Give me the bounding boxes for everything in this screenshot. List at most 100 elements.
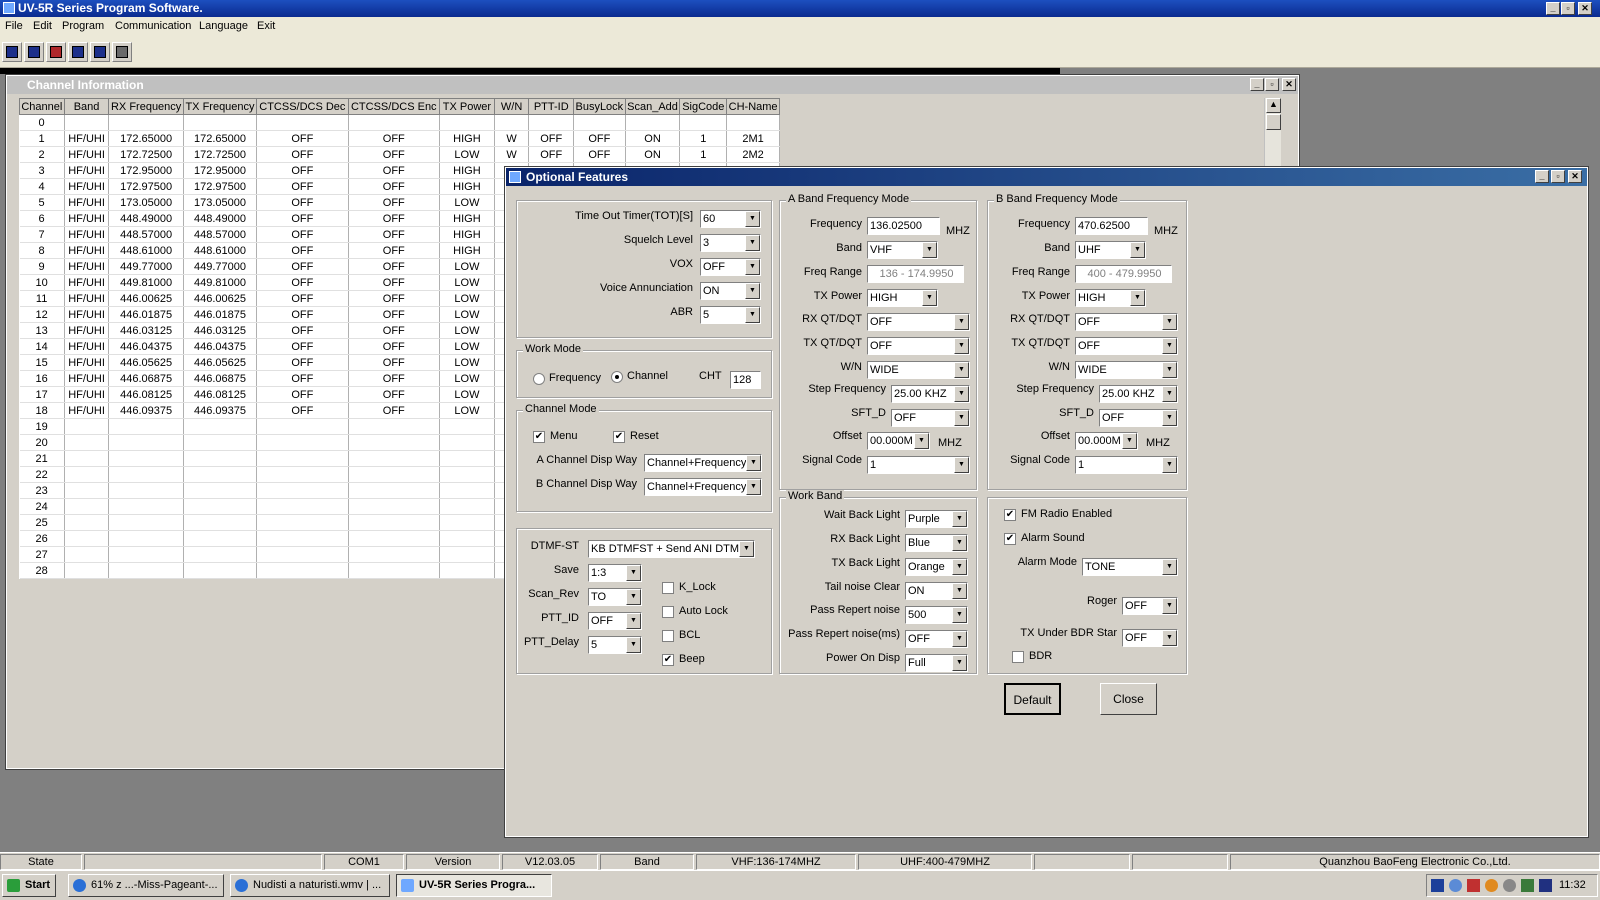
table-cell[interactable] <box>183 418 258 435</box>
table-cell[interactable] <box>108 114 184 131</box>
write-to-radio-icon[interactable] <box>90 42 110 62</box>
table-cell[interactable]: OFF <box>348 242 441 259</box>
table-cell[interactable]: 6 <box>19 210 65 227</box>
table-cell[interactable]: OFF <box>256 338 349 355</box>
table-cell[interactable]: OFF <box>256 306 349 323</box>
table-cell[interactable]: OFF <box>256 226 349 243</box>
table-cell[interactable] <box>348 498 441 515</box>
table-cell[interactable]: HF/UHI <box>64 258 110 275</box>
b-offset-select[interactable]: 00.000M ▼ <box>1075 432 1138 450</box>
table-cell[interactable]: OFF <box>256 130 349 147</box>
b-step-select[interactable]: 25.00 KHZ ▼ <box>1099 385 1178 403</box>
abr-select[interactable]: 5 ▼ <box>700 306 761 324</box>
menu-program[interactable]: Program <box>62 20 104 32</box>
column-header[interactable]: SigCode <box>679 98 728 115</box>
table-cell[interactable]: OFF <box>348 210 441 227</box>
save-select[interactable]: 1:3 ▼ <box>588 564 642 582</box>
column-header[interactable]: TX Power <box>439 98 495 115</box>
restore-icon[interactable]: ▫ <box>1561 2 1575 15</box>
table-cell[interactable]: 449.81000 <box>183 274 258 291</box>
table-row[interactable]: 0 <box>19 114 780 131</box>
tail-noise-select[interactable]: ON ▼ <box>905 582 968 600</box>
table-cell[interactable] <box>348 562 441 579</box>
table-cell[interactable] <box>256 546 349 563</box>
network-icon[interactable] <box>1449 879 1462 892</box>
table-cell[interactable]: 21 <box>19 450 65 467</box>
read-icon[interactable] <box>2 42 22 62</box>
ptt-delay-select[interactable]: 5 ▼ <box>588 636 642 654</box>
table-cell[interactable]: 448.57000 <box>183 226 258 243</box>
table-cell[interactable]: 446.06875 <box>108 370 184 387</box>
table-cell[interactable] <box>439 466 495 483</box>
table-cell[interactable]: HIGH <box>439 178 495 195</box>
table-cell[interactable]: HIGH <box>439 130 495 147</box>
table-cell[interactable]: OFF <box>573 146 626 163</box>
table-cell[interactable]: HF/UHI <box>64 162 110 179</box>
table-cell[interactable]: OFF <box>348 194 441 211</box>
table-cell[interactable]: OFF <box>348 370 441 387</box>
table-cell[interactable]: OFF <box>256 258 349 275</box>
table-cell[interactable] <box>183 434 258 451</box>
a-disp-select[interactable]: Channel+Frequency ▼ <box>644 454 762 472</box>
table-cell[interactable]: OFF <box>573 130 626 147</box>
column-header[interactable]: Channel <box>19 98 65 115</box>
table-cell[interactable]: HF/UHI <box>64 290 110 307</box>
table-cell[interactable]: 172.95000 <box>108 162 184 179</box>
table-cell[interactable] <box>348 450 441 467</box>
wait-backlight-select[interactable]: Purple ▼ <box>905 510 968 528</box>
b-sig-select[interactable]: 1 ▼ <box>1075 456 1178 474</box>
table-cell[interactable]: 25 <box>19 514 65 531</box>
taskbar-item-browser-2[interactable]: Nudisti a naturisti.wmv | ... <box>230 874 390 897</box>
table-cell[interactable]: W <box>494 146 530 163</box>
table-cell[interactable]: 446.05625 <box>183 354 258 371</box>
table-cell[interactable]: 8 <box>19 242 65 259</box>
b-txqt-select[interactable]: OFF ▼ <box>1075 337 1178 355</box>
table-cell[interactable]: 449.77000 <box>183 258 258 275</box>
table-cell[interactable]: HIGH <box>439 226 495 243</box>
table-cell[interactable] <box>256 434 349 451</box>
table-cell[interactable] <box>439 546 495 563</box>
table-cell[interactable]: 28 <box>19 562 65 579</box>
table-cell[interactable] <box>348 530 441 547</box>
table-cell[interactable] <box>348 434 441 451</box>
table-cell[interactable]: 449.77000 <box>108 258 184 275</box>
table-cell[interactable]: 172.72500 <box>108 146 184 163</box>
table-cell[interactable]: 7 <box>19 226 65 243</box>
table-cell[interactable] <box>64 450 110 467</box>
table-cell[interactable]: 16 <box>19 370 65 387</box>
reset-checkbox[interactable]: ✔ <box>613 431 625 443</box>
voice-select[interactable]: ON ▼ <box>700 282 761 300</box>
column-header[interactable]: Band <box>63 98 110 115</box>
table-cell[interactable]: LOW <box>439 370 495 387</box>
read-from-radio-icon[interactable] <box>68 42 88 62</box>
column-header[interactable]: TX Frequency <box>182 98 258 115</box>
column-header[interactable]: PTT-ID <box>528 98 575 115</box>
table-cell[interactable] <box>64 562 110 579</box>
table-cell[interactable] <box>439 450 495 467</box>
table-cell[interactable]: OFF <box>256 386 349 403</box>
table-cell[interactable]: HF/UHI <box>64 306 110 323</box>
table-cell[interactable] <box>625 114 681 131</box>
table-cell[interactable]: OFF <box>348 322 441 339</box>
table-cell[interactable]: OFF <box>528 146 575 163</box>
table-cell[interactable] <box>183 450 258 467</box>
table-cell[interactable]: 446.09375 <box>183 402 258 419</box>
close-icon[interactable]: ✕ <box>1282 78 1296 91</box>
beep-checkbox[interactable]: ✔ <box>662 654 674 666</box>
table-cell[interactable]: LOW <box>439 354 495 371</box>
table-cell[interactable]: 0 <box>19 114 65 131</box>
table-cell[interactable]: OFF <box>256 162 349 179</box>
save-icon[interactable] <box>24 42 44 62</box>
table-cell[interactable]: OFF <box>256 402 349 419</box>
table-row[interactable]: 1 HF/UHI 172.65000 172.65000 OFF OFF HIGH W OFF O… <box>19 130 780 147</box>
squelch-select[interactable]: 3 ▼ <box>700 234 761 252</box>
tx-backlight-select[interactable]: Orange ▼ <box>905 558 968 576</box>
table-cell[interactable]: 446.08125 <box>108 386 184 403</box>
column-header[interactable]: RX Frequency <box>108 98 184 115</box>
a-sftd-select[interactable]: OFF ▼ <box>891 409 970 427</box>
frequency-radio[interactable] <box>533 373 545 385</box>
table-cell[interactable]: OFF <box>348 162 441 179</box>
table-cell[interactable]: OFF <box>348 290 441 307</box>
table-cell[interactable] <box>64 498 110 515</box>
table-cell[interactable] <box>183 466 258 483</box>
